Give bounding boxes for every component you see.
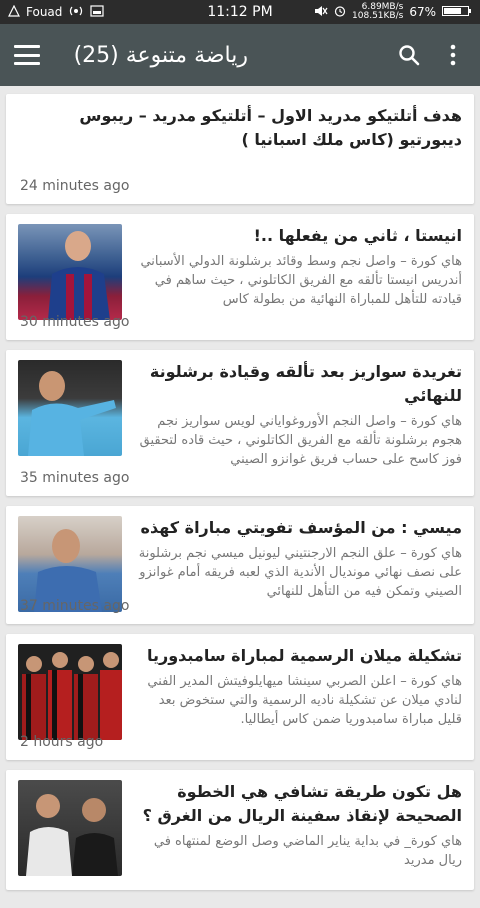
hotspot-icon	[68, 5, 84, 20]
article-time: 30 minutes ago	[20, 314, 130, 330]
article-card[interactable]: هل تكون طريقة تشافي هي الخطوة الصحيحة لإ…	[6, 770, 474, 890]
article-card[interactable]: انيستا ، ثاني من يفعلها ..! هاي كورة – و…	[6, 214, 474, 340]
article-headline: هدف أتلتيكو مدريد الاول – أتلتيكو مدريد …	[79, 106, 462, 149]
article-headline: هل تكون طريقة تشافي هي الخطوة الصحيحة لإ…	[142, 782, 462, 825]
image-notification-icon	[90, 4, 105, 20]
article-snippet: هاي كورة – علق النجم الارجنتيني ليونيل م…	[138, 546, 462, 599]
mute-icon	[314, 5, 328, 20]
article-snippet: هاي كورة_ في بداية يناير الماضي وصل الوض…	[153, 834, 462, 868]
article-card[interactable]: ميسي : من المؤسف تفويتي مباراة كهذه هاي …	[6, 506, 474, 624]
network-speed: 6.89MB/s 108.51KB/s	[352, 2, 404, 21]
article-time: 2 hours ago	[20, 734, 104, 750]
status-bar: Fouad 11:12 PM 6.89MB/s 108.51KB/s 67%	[0, 0, 480, 24]
article-headline: تغريدة سواريز بعد تألقه وقيادة برشلونة ل…	[149, 362, 462, 405]
article-thumbnail	[18, 224, 122, 320]
article-headline: ميسي : من المؤسف تفويتي مباراة كهذه	[140, 518, 463, 537]
article-snippet: هاي كورة – اعلن الصربي سينشا ميهايلوفيتش…	[147, 674, 462, 727]
alarm-icon	[334, 5, 346, 20]
overflow-menu-icon[interactable]	[440, 42, 466, 68]
article-snippet: هاي كورة – واصل النجم الأوروغواياني لويس…	[139, 414, 462, 467]
article-card[interactable]: تشكيلة ميلان الرسمية لمباراة سامبدوريا ه…	[6, 634, 474, 760]
page-title: رياضة متنوعة (25)	[73, 42, 248, 68]
hamburger-menu-icon[interactable]	[14, 45, 40, 65]
article-headline: انيستا ، ثاني من يفعلها ..!	[253, 226, 462, 245]
article-headline: تشكيلة ميلان الرسمية لمباراة سامبدوريا	[146, 646, 462, 665]
notification-icon	[8, 4, 20, 20]
article-time: 35 minutes ago	[20, 470, 130, 486]
article-list: هدف أتلتيكو مدريد الاول – أتلتيكو مدريد …	[0, 86, 480, 908]
article-thumbnail	[18, 780, 122, 876]
search-icon[interactable]	[396, 42, 422, 68]
article-time: 37 minutes ago	[20, 598, 130, 614]
battery-icon	[442, 5, 472, 20]
article-thumbnail	[18, 360, 122, 456]
article-snippet: هاي كورة – واصل نجم وسط وقائد برشلونة ال…	[140, 254, 462, 307]
carrier-name: Fouad	[26, 5, 63, 19]
app-toolbar: رياضة متنوعة (25)	[0, 24, 480, 86]
article-time: 24 minutes ago	[20, 178, 130, 194]
battery-percent: 67%	[409, 5, 436, 19]
article-card[interactable]: تغريدة سواريز بعد تألقه وقيادة برشلونة ل…	[6, 350, 474, 496]
article-thumbnail	[18, 644, 122, 740]
article-card[interactable]: هدف أتلتيكو مدريد الاول – أتلتيكو مدريد …	[6, 94, 474, 204]
